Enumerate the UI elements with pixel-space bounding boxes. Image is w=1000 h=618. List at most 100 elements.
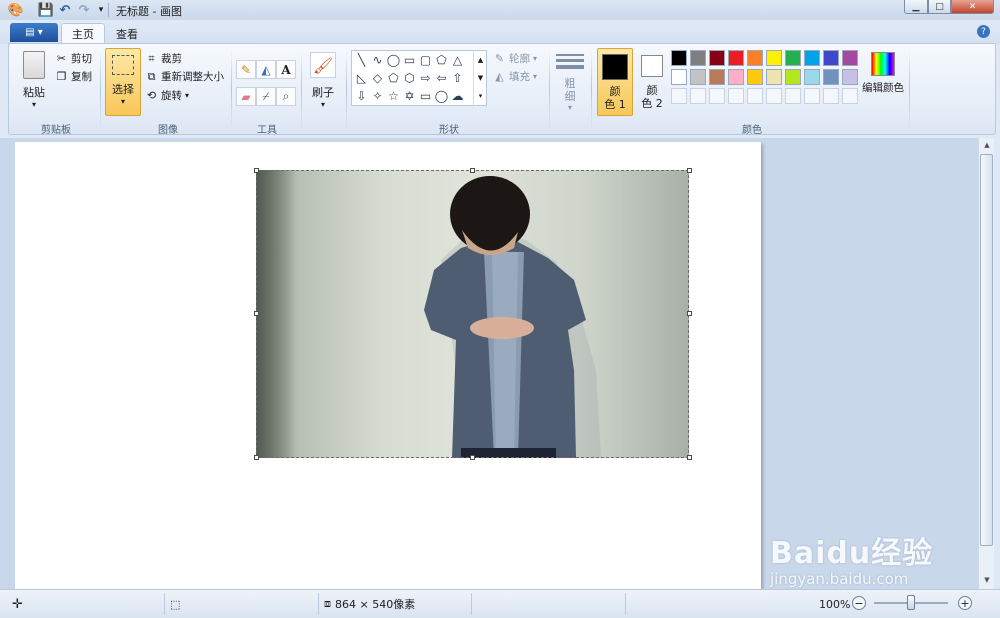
custom-color-slot[interactable] bbox=[690, 88, 706, 104]
cut-button[interactable]: ✂ 剪切 bbox=[55, 50, 92, 67]
resize-handle[interactable] bbox=[687, 455, 692, 460]
shapes-scroll[interactable]: ▲ ▼ ▾ bbox=[473, 51, 487, 105]
custom-color-slot[interactable] bbox=[823, 88, 839, 104]
zoom-slider-thumb[interactable] bbox=[907, 595, 915, 610]
outline-button[interactable]: ✎ 轮廓 ▾ bbox=[493, 50, 537, 67]
palette-swatch[interactable] bbox=[728, 50, 744, 66]
resize-handle[interactable] bbox=[254, 311, 259, 316]
rotate-button[interactable]: ⟲ 旋转 ▾ bbox=[145, 87, 189, 104]
palette-swatch[interactable] bbox=[785, 50, 801, 66]
tab-home[interactable]: 主页 bbox=[61, 23, 105, 44]
text-tool-icon[interactable]: A bbox=[276, 60, 296, 79]
magnifier-icon[interactable]: ⌕ bbox=[276, 87, 296, 106]
four-point-star-shape-icon[interactable]: ✧ bbox=[370, 88, 385, 103]
palette-swatch[interactable] bbox=[785, 69, 801, 85]
palette-swatch[interactable] bbox=[709, 69, 725, 85]
resize-handle[interactable] bbox=[470, 455, 475, 460]
color2-button[interactable]: 颜 色 2 bbox=[637, 48, 667, 116]
resize-handle[interactable] bbox=[254, 168, 259, 173]
crop-button[interactable]: ⌗ 裁剪 bbox=[145, 50, 182, 67]
custom-color-slot[interactable] bbox=[671, 88, 687, 104]
five-point-star-shape-icon[interactable]: ☆ bbox=[386, 88, 401, 103]
palette-swatch[interactable] bbox=[747, 69, 763, 85]
scroll-down-icon[interactable]: ▼ bbox=[980, 573, 994, 587]
color1-button[interactable]: 颜 色 1 bbox=[597, 48, 633, 116]
diamond-shape-icon[interactable]: ◇ bbox=[370, 70, 385, 85]
edit-colors-button[interactable]: 编辑颜色 bbox=[861, 49, 905, 113]
eraser-icon[interactable]: ▰ bbox=[236, 87, 256, 106]
customize-quick-access-icon[interactable]: ▾ bbox=[93, 2, 109, 18]
zoom-out-button[interactable]: − bbox=[852, 596, 866, 610]
palette-swatch[interactable] bbox=[671, 69, 687, 85]
zoom-in-button[interactable]: + bbox=[958, 596, 972, 610]
close-button[interactable]: ✕ bbox=[951, 0, 994, 14]
palette-swatch[interactable] bbox=[804, 50, 820, 66]
drawing-canvas[interactable] bbox=[15, 142, 761, 589]
palette-swatch[interactable] bbox=[766, 69, 782, 85]
maximize-button[interactable]: □ bbox=[928, 0, 951, 14]
right-triangle-shape-icon[interactable]: ◺ bbox=[354, 70, 369, 85]
palette-swatch[interactable] bbox=[823, 69, 839, 85]
fill-button[interactable]: ◭ 填充 ▾ bbox=[493, 68, 537, 85]
oval-callout-shape-icon[interactable]: ◯ bbox=[434, 88, 449, 103]
paste-button[interactable]: 粘贴 ▾ bbox=[15, 47, 53, 109]
palette-swatch[interactable] bbox=[823, 50, 839, 66]
custom-color-slot[interactable] bbox=[766, 88, 782, 104]
triangle-shape-icon[interactable]: △ bbox=[450, 52, 465, 67]
oval-shape-icon[interactable]: ◯ bbox=[386, 52, 401, 67]
left-arrow-shape-icon[interactable]: ⇦ bbox=[434, 70, 449, 85]
custom-color-slot[interactable] bbox=[804, 88, 820, 104]
palette-swatch[interactable] bbox=[709, 50, 725, 66]
scroll-up-icon[interactable]: ▲ bbox=[980, 138, 994, 152]
right-arrow-shape-icon[interactable]: ⇨ bbox=[418, 70, 433, 85]
up-arrow-shape-icon[interactable]: ⇧ bbox=[450, 70, 465, 85]
redo-icon[interactable]: ↷ bbox=[76, 2, 92, 18]
resize-handle[interactable] bbox=[687, 311, 692, 316]
save-icon[interactable]: 💾 bbox=[38, 2, 54, 18]
pencil-icon[interactable]: ✎ bbox=[236, 60, 256, 79]
undo-icon[interactable]: ↶ bbox=[57, 2, 73, 18]
custom-color-slot[interactable] bbox=[747, 88, 763, 104]
help-icon[interactable]: ? bbox=[977, 25, 990, 38]
custom-color-slot[interactable] bbox=[709, 88, 725, 104]
color-picker-icon[interactable]: ⌿ bbox=[256, 87, 276, 106]
vertical-scrollbar[interactable]: ▲ ▼ bbox=[978, 138, 994, 589]
down-arrow-shape-icon[interactable]: ⇩ bbox=[354, 88, 369, 103]
copy-button[interactable]: ❐ 复制 bbox=[55, 68, 92, 85]
select-button[interactable]: 选择 ▾ bbox=[105, 48, 141, 116]
brushes-button[interactable]: 🖌 刷子 ▾ bbox=[306, 48, 340, 112]
resize-handle[interactable] bbox=[470, 168, 475, 173]
resize-handle[interactable] bbox=[687, 168, 692, 173]
palette-swatch[interactable] bbox=[690, 50, 706, 66]
palette-swatch[interactable] bbox=[842, 69, 858, 85]
scroll-thumb[interactable] bbox=[980, 154, 993, 546]
tab-view[interactable]: 查看 bbox=[106, 23, 148, 44]
palette-swatch[interactable] bbox=[671, 50, 687, 66]
rounded-rectangle-shape-icon[interactable]: ▢ bbox=[418, 52, 433, 67]
minimize-button[interactable]: ▁ bbox=[904, 0, 928, 14]
palette-swatch[interactable] bbox=[690, 69, 706, 85]
palette-swatch[interactable] bbox=[747, 50, 763, 66]
line-shape-icon[interactable]: ╲ bbox=[354, 52, 369, 67]
resize-button[interactable]: ⧉ 重新调整大小 bbox=[145, 68, 224, 85]
palette-swatch[interactable] bbox=[804, 69, 820, 85]
paint-menu-button[interactable]: ▤ ▾ bbox=[10, 23, 58, 42]
polygon-shape-icon[interactable]: ⬠ bbox=[434, 52, 449, 67]
hexagon-shape-icon[interactable]: ⬡ bbox=[402, 70, 417, 85]
custom-color-slot[interactable] bbox=[728, 88, 744, 104]
palette-swatch[interactable] bbox=[842, 50, 858, 66]
custom-color-slot[interactable] bbox=[785, 88, 801, 104]
rounded-callout-shape-icon[interactable]: ▭ bbox=[418, 88, 433, 103]
size-button[interactable]: 粗 细 ▾ bbox=[555, 50, 585, 114]
pentagon-shape-icon[interactable]: ⬠ bbox=[386, 70, 401, 85]
palette-swatch[interactable] bbox=[766, 50, 782, 66]
custom-color-slot[interactable] bbox=[842, 88, 858, 104]
six-point-star-shape-icon[interactable]: ✡ bbox=[402, 88, 417, 103]
palette-swatch[interactable] bbox=[728, 69, 744, 85]
resize-handle[interactable] bbox=[254, 455, 259, 460]
paint-app-icon[interactable]: 🎨 bbox=[8, 2, 24, 18]
cloud-callout-shape-icon[interactable]: ☁ bbox=[450, 88, 465, 103]
fill-bucket-icon[interactable]: ◭ bbox=[256, 60, 276, 79]
curve-shape-icon[interactable]: ∿ bbox=[370, 52, 385, 67]
rectangle-shape-icon[interactable]: ▭ bbox=[402, 52, 417, 67]
